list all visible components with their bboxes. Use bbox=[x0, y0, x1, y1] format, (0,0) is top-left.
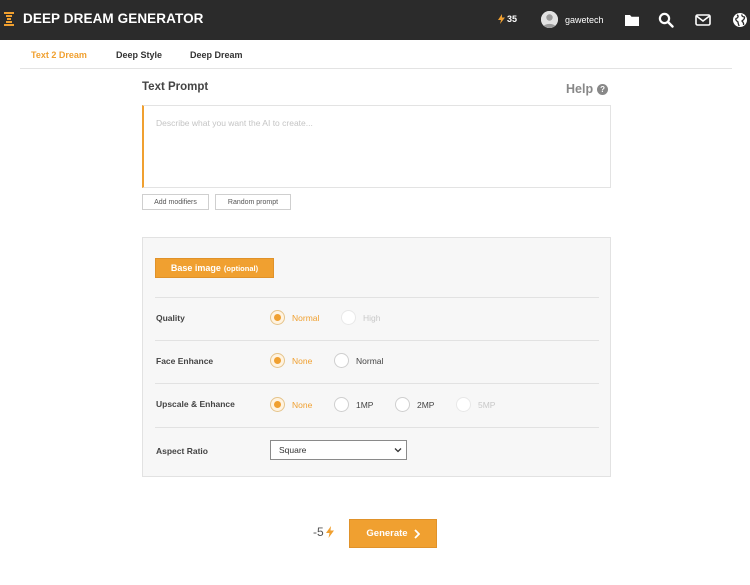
tab-deep-style[interactable]: Deep Style bbox=[116, 50, 162, 60]
top-navigation-bar: DEEP DREAM GENERATOR 35 gawetech bbox=[0, 0, 750, 40]
upscale-1mp-radio[interactable]: 1MP bbox=[334, 397, 373, 412]
upscale-5mp-radio[interactable]: 5MP bbox=[456, 397, 495, 412]
radio-circle bbox=[456, 397, 471, 412]
add-modifiers-button[interactable]: Add modifiers bbox=[142, 194, 209, 210]
aspect-ratio-label: Aspect Ratio bbox=[156, 446, 208, 456]
face-enhance-label: Face Enhance bbox=[156, 356, 214, 366]
divider bbox=[155, 297, 599, 298]
base-image-optional: (optional) bbox=[223, 263, 259, 273]
divider bbox=[155, 340, 599, 341]
base-image-button[interactable]: Base image (optional) bbox=[155, 258, 274, 278]
divider bbox=[155, 427, 599, 428]
brand-title[interactable]: DEEP DREAM GENERATOR bbox=[23, 11, 204, 26]
help-link[interactable]: Help ? bbox=[566, 82, 609, 96]
radio-label: None bbox=[292, 399, 313, 410]
quality-high-radio[interactable]: High bbox=[341, 310, 380, 325]
folder-icon[interactable] bbox=[623, 11, 641, 29]
upscale-2mp-radio[interactable]: 2MP bbox=[395, 397, 434, 412]
radio-label: High bbox=[363, 312, 381, 323]
radio-circle bbox=[395, 397, 410, 412]
cost-value: -5 bbox=[313, 525, 324, 539]
radio-circle bbox=[270, 397, 285, 412]
generation-cost: -5 bbox=[313, 525, 334, 539]
user-icon bbox=[541, 11, 558, 28]
credits-value: 35 bbox=[507, 14, 518, 24]
prompt-textarea[interactable] bbox=[144, 106, 610, 187]
logo-icon[interactable] bbox=[4, 12, 14, 26]
username[interactable]: gawetech bbox=[565, 15, 604, 25]
tab-text-2-dream[interactable]: Text 2 Dream bbox=[31, 50, 87, 60]
chevron-down-icon bbox=[394, 448, 402, 453]
radio-circle bbox=[341, 310, 356, 325]
face-enhance-none-radio[interactable]: None bbox=[270, 353, 312, 368]
aspect-ratio-select[interactable]: Square bbox=[270, 440, 407, 460]
random-prompt-button[interactable]: Random prompt bbox=[215, 194, 291, 210]
upscale-label: Upscale & Enhance bbox=[156, 399, 235, 409]
radio-circle bbox=[270, 310, 285, 325]
search-icon[interactable] bbox=[657, 11, 675, 29]
mail-icon[interactable] bbox=[694, 11, 712, 29]
radio-circle bbox=[270, 353, 285, 368]
question-icon: ? bbox=[597, 83, 609, 95]
generate-label: Generate bbox=[366, 528, 408, 539]
radio-circle bbox=[334, 397, 349, 412]
mode-tabs: Text 2 Dream Deep Style Deep Dream bbox=[20, 40, 732, 69]
help-label: Help bbox=[566, 82, 594, 96]
radio-label: Normal bbox=[292, 312, 320, 323]
radio-label: 2MP bbox=[417, 399, 435, 410]
avatar[interactable] bbox=[541, 11, 558, 28]
globe-icon[interactable] bbox=[731, 11, 749, 29]
chevron-right-icon bbox=[413, 528, 420, 539]
aspect-ratio-value: Square bbox=[279, 445, 307, 455]
lightning-icon bbox=[325, 526, 334, 538]
quality-normal-radio[interactable]: Normal bbox=[270, 310, 319, 325]
base-image-label: Base image bbox=[170, 263, 221, 273]
tab-deep-dream[interactable]: Deep Dream bbox=[190, 50, 243, 60]
options-panel: Base image (optional) Quality Normal Hig… bbox=[142, 237, 611, 477]
radio-label: 1MP bbox=[356, 399, 374, 410]
radio-circle bbox=[334, 353, 349, 368]
upscale-none-radio[interactable]: None bbox=[270, 397, 312, 412]
radio-label: None bbox=[292, 355, 313, 366]
text-prompt-title: Text Prompt bbox=[142, 81, 209, 93]
radio-label: Normal bbox=[356, 355, 384, 366]
lightning-icon bbox=[498, 14, 505, 24]
generate-button[interactable]: Generate bbox=[349, 519, 437, 548]
credits-counter[interactable]: 35 bbox=[498, 14, 517, 24]
face-enhance-normal-radio[interactable]: Normal bbox=[334, 353, 383, 368]
radio-label: 5MP bbox=[478, 399, 496, 410]
quality-label: Quality bbox=[156, 313, 185, 323]
prompt-box bbox=[142, 105, 611, 188]
divider bbox=[155, 383, 599, 384]
